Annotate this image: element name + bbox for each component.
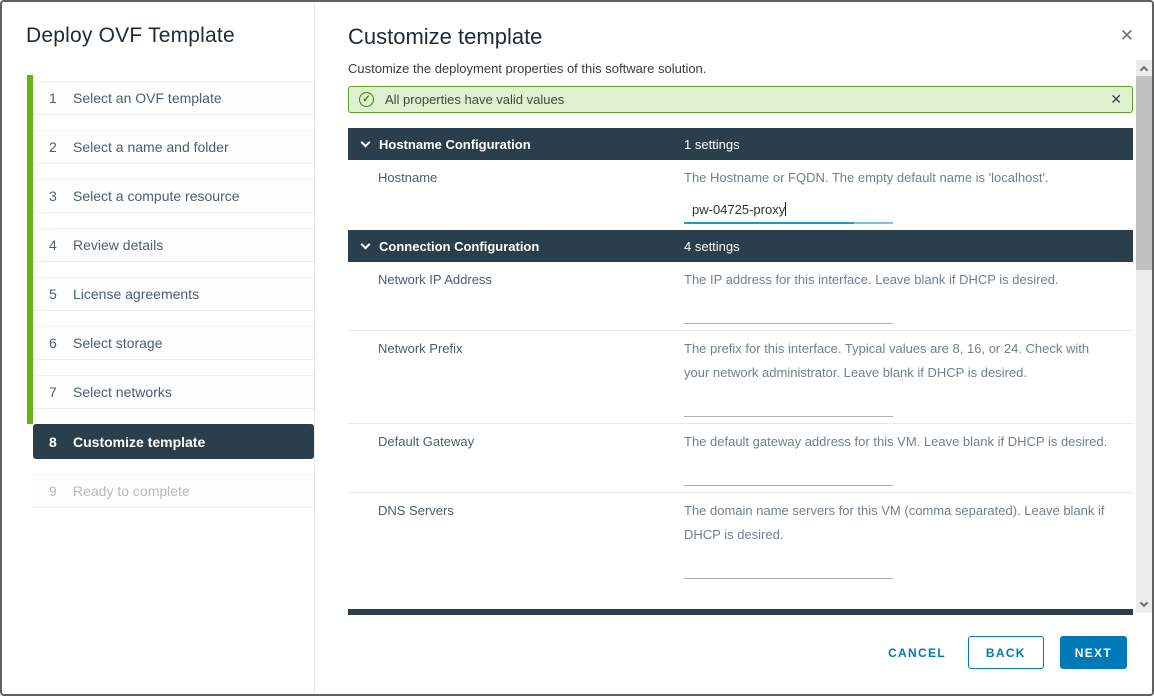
- main-header: Customize template Customize the deploym…: [315, 2, 1152, 76]
- step-number: 6: [49, 335, 63, 351]
- form-row-dns-servers: DNS ServersThe domain name servers for t…: [348, 492, 1133, 585]
- step-label: Review details: [73, 237, 163, 253]
- page-title: Customize template: [348, 24, 1152, 50]
- validation-banner-text: All properties have valid values: [385, 92, 564, 107]
- settings-sections: Hostname Configuration1 settingsHostname…: [348, 128, 1133, 585]
- check-circle-icon: ✓: [359, 92, 374, 107]
- step-label: Select a name and folder: [73, 139, 229, 155]
- wizard-sidebar: Deploy OVF Template 1 Select an OVF templ…: [2, 2, 315, 694]
- chevron-down-icon: [1140, 599, 1148, 607]
- field-description: The default gateway address for this VM.…: [684, 430, 1114, 454]
- step-number: 2: [49, 139, 63, 155]
- input-value: pw-04725-proxy: [684, 198, 785, 222]
- form-row-hostname: HostnameThe Hostname or FQDN. The empty …: [348, 160, 1133, 230]
- field-content: The prefix for this interface. Typical v…: [684, 331, 1133, 423]
- field-label: Default Gateway: [348, 424, 684, 492]
- step-number: 5: [49, 286, 63, 302]
- form-row-network-prefix: Network PrefixThe prefix for this interf…: [348, 330, 1133, 423]
- sidebar-step-review-details[interactable]: 4 Review details: [33, 228, 314, 262]
- text-caret: [785, 202, 786, 216]
- sidebar-step-select-a-compute-resource[interactable]: 3 Select a compute resource: [33, 179, 314, 213]
- field-description: The Hostname or FQDN. The empty default …: [684, 166, 1114, 190]
- section-settings-count: 4 settings: [684, 239, 740, 254]
- form-row-network-ip-address: Network IP AddressThe IP address for thi…: [348, 262, 1133, 330]
- chevron-down-icon: [361, 240, 371, 250]
- dialog-title: Deploy OVF Template: [26, 24, 314, 48]
- sidebar-step-ready-to-complete: 9 Ready to complete: [33, 474, 314, 508]
- default-gateway-input[interactable]: [684, 468, 893, 486]
- validation-banner: ✓ All properties have valid values ✕: [348, 86, 1133, 113]
- field-description: The IP address for this interface. Leave…: [684, 268, 1114, 292]
- chevron-down-icon: [361, 138, 371, 148]
- section-header-hostname-configuration[interactable]: Hostname Configuration 1 settings: [348, 128, 1133, 160]
- step-number: 3: [49, 188, 63, 204]
- step-number: 8: [49, 434, 63, 450]
- settings-scroll-area: ✓ All properties have valid values ✕ Hos…: [348, 86, 1133, 615]
- banner-close-icon[interactable]: ✕: [1110, 91, 1122, 108]
- field-label: Network IP Address: [348, 262, 684, 330]
- sidebar-step-select-a-name-and-folder[interactable]: 2 Select a name and folder: [33, 130, 314, 164]
- section-title: Hostname Configuration: [379, 137, 531, 152]
- step-number: 1: [49, 90, 63, 106]
- field-label: Network Prefix: [348, 331, 684, 423]
- field-label: Hostname: [348, 160, 684, 230]
- wizard-steps: 1 Select an OVF template 2 Select a name an…: [26, 81, 314, 508]
- field-description: The prefix for this interface. Typical v…: [684, 337, 1114, 385]
- back-button[interactable]: BACK: [968, 636, 1044, 669]
- step-label: Ready to complete: [73, 483, 190, 499]
- step-label: Select a compute resource: [73, 188, 240, 204]
- network-prefix-input[interactable]: [684, 399, 893, 417]
- field-content: The IP address for this interface. Leave…: [684, 262, 1133, 330]
- step-label: Customize template: [73, 434, 205, 450]
- next-button[interactable]: NEXT: [1060, 636, 1127, 669]
- field-content: The Hostname or FQDN. The empty default …: [684, 160, 1133, 230]
- close-icon[interactable]: ✕: [1120, 26, 1134, 46]
- hostname-input[interactable]: pw-04725-proxy: [684, 198, 893, 224]
- network-ip-address-input[interactable]: [684, 306, 893, 324]
- step-label: License agreements: [73, 286, 199, 302]
- field-content: The domain name servers for this VM (com…: [684, 493, 1133, 585]
- step-number: 4: [49, 237, 63, 253]
- form-row-default-gateway: Default GatewayThe default gateway addre…: [348, 423, 1133, 492]
- footer-actions: CANCEL BACK NEXT: [888, 636, 1127, 669]
- progress-bar: [27, 75, 33, 424]
- sidebar-step-select-storage[interactable]: 6 Select storage: [33, 326, 314, 360]
- sidebar-step-license-agreements[interactable]: 5 License agreements: [33, 277, 314, 311]
- sidebar-step-select-networks[interactable]: 7 Select networks: [33, 375, 314, 409]
- step-number: 9: [49, 483, 63, 499]
- cancel-button[interactable]: CANCEL: [888, 646, 946, 660]
- vertical-scrollbar: [1136, 60, 1152, 613]
- chevron-up-icon: [1140, 66, 1148, 74]
- deploy-ovf-template-dialog: Deploy OVF Template 1 Select an OVF templ…: [0, 0, 1154, 696]
- sidebar-step-select-an-ovf-template[interactable]: 1 Select an OVF template: [33, 81, 314, 115]
- field-description: The domain name servers for this VM (com…: [684, 499, 1114, 547]
- page-subtitle: Customize the deployment properties of t…: [348, 61, 1152, 76]
- sidebar-step-customize-template[interactable]: 8 Customize template: [33, 424, 314, 459]
- field-label: DNS Servers: [348, 493, 684, 585]
- section-title: Connection Configuration: [379, 239, 539, 254]
- scrollbar-thumb[interactable]: [1136, 76, 1152, 270]
- step-number: 7: [49, 384, 63, 400]
- main-panel: Customize template Customize the deploym…: [315, 2, 1152, 694]
- section-hostname-configuration: Hostname Configuration1 settingsHostname…: [348, 128, 1133, 230]
- step-label: Select networks: [73, 384, 172, 400]
- step-label: Select an OVF template: [73, 90, 222, 106]
- section-settings-count: 1 settings: [684, 137, 740, 152]
- scroll-up-button[interactable]: [1136, 60, 1152, 76]
- section-header-connection-configuration[interactable]: Connection Configuration 4 settings: [348, 230, 1133, 262]
- field-content: The default gateway address for this VM.…: [684, 424, 1133, 492]
- dns-servers-input[interactable]: [684, 561, 893, 579]
- section-connection-configuration: Connection Configuration4 settingsNetwor…: [348, 230, 1133, 585]
- scroll-down-button[interactable]: [1136, 597, 1152, 613]
- step-label: Select storage: [73, 335, 163, 351]
